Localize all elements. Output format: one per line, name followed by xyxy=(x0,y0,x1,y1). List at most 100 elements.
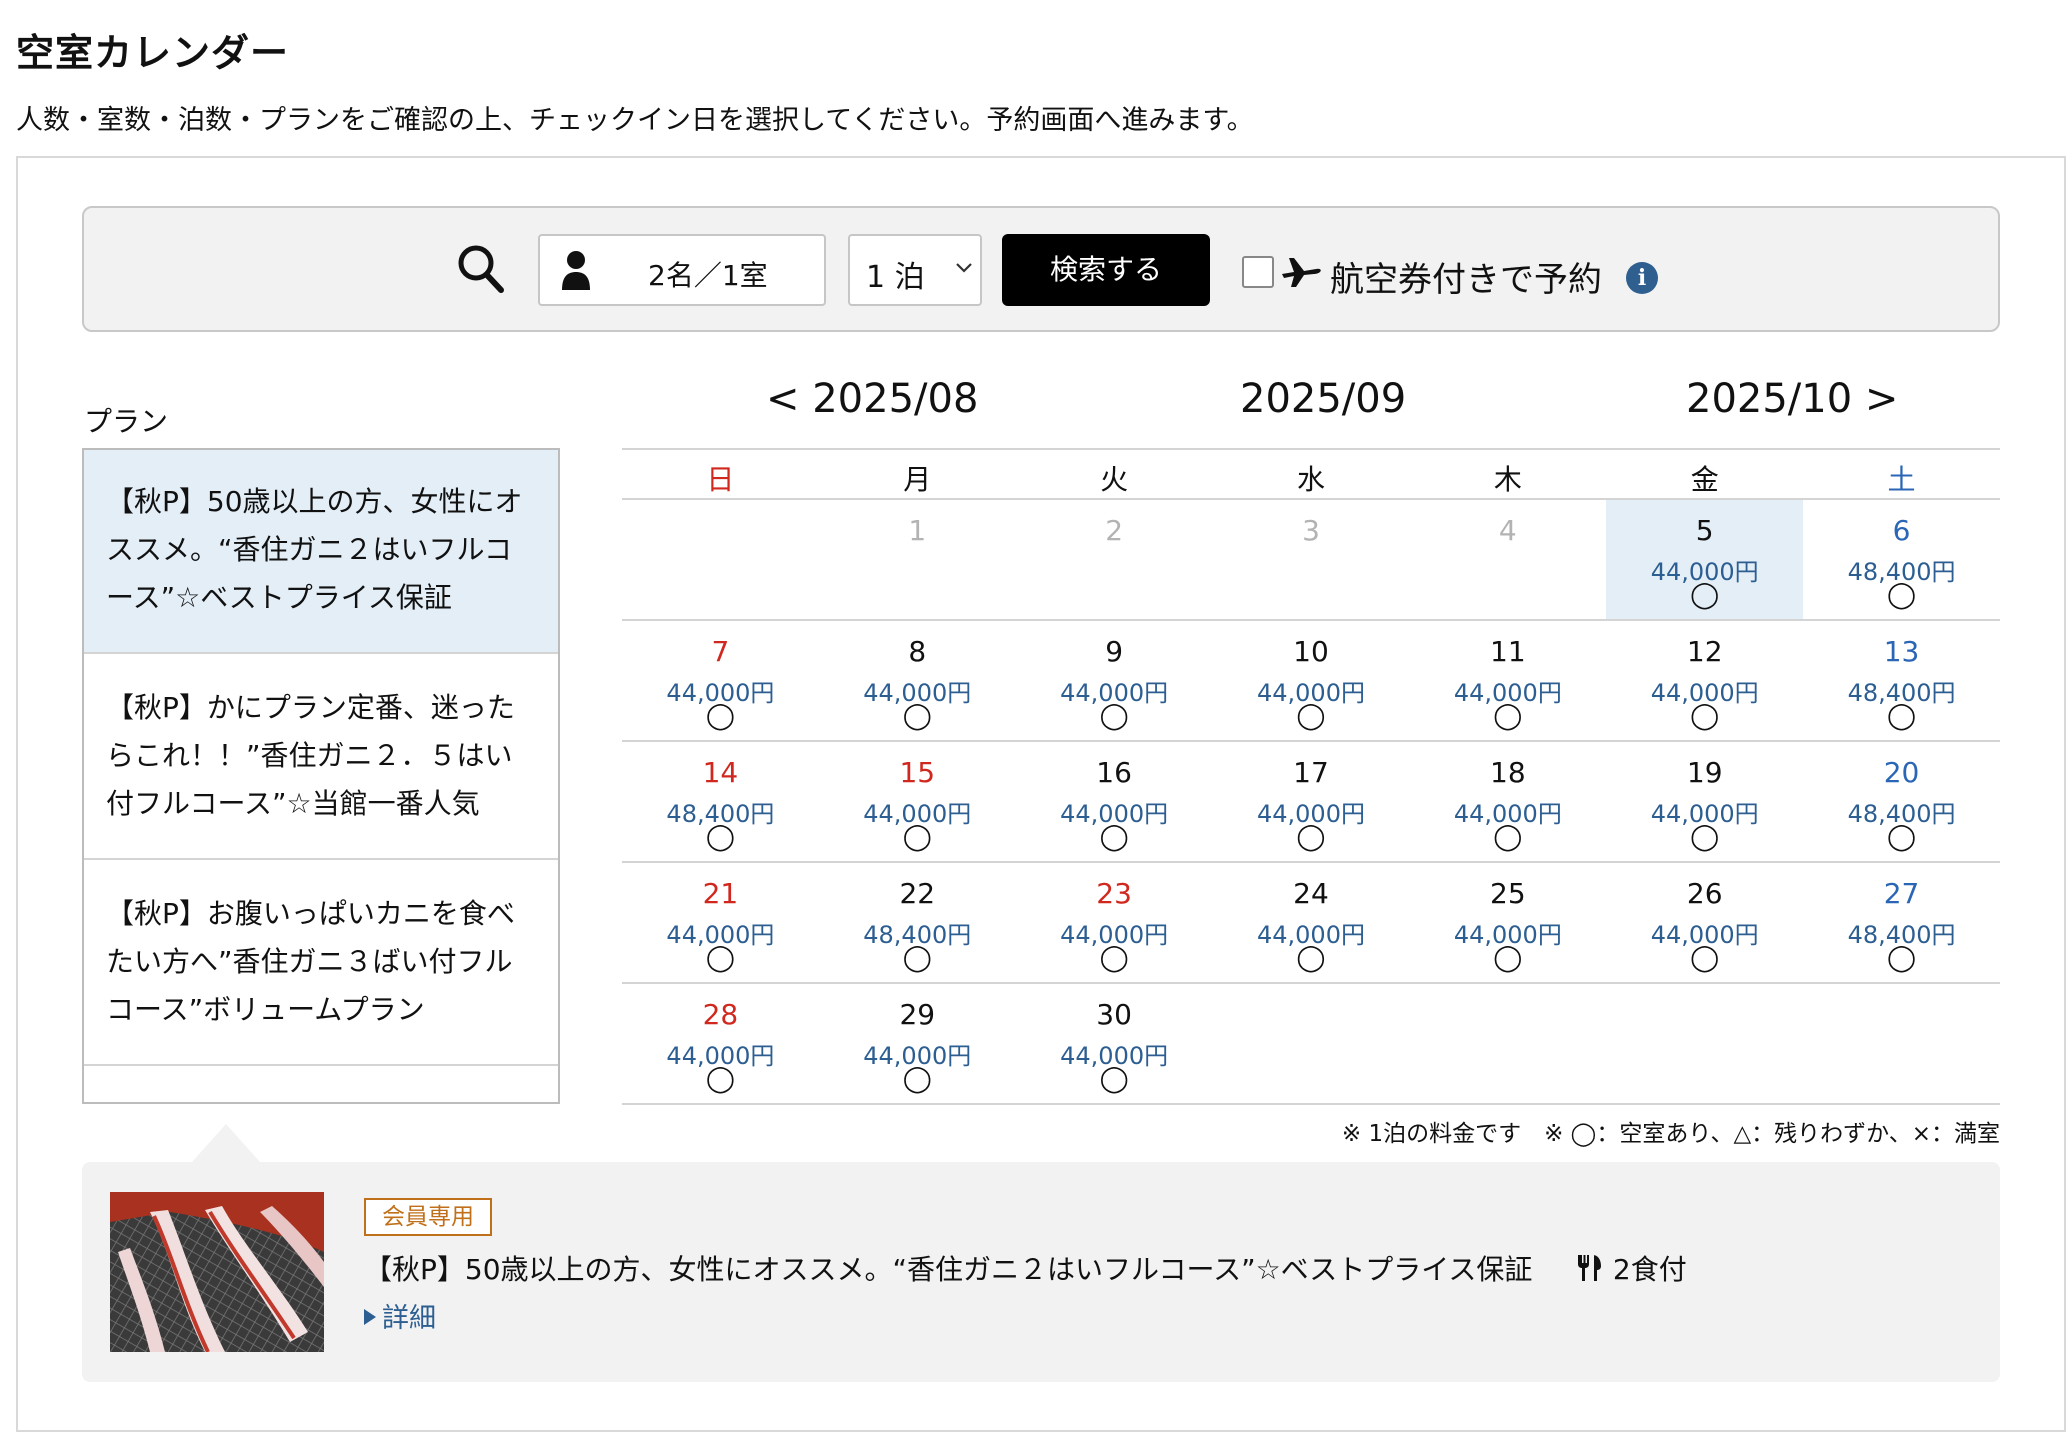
availability-mark: ◯ xyxy=(1493,701,1523,731)
calendar-week-row: 7 44,000円 ◯ 8 44,000円 ◯ 9 44,000円 ◯ 10 44,000円 ◯ 11 4… xyxy=(622,621,2000,742)
calendar-day-cell[interactable]: 25 44,000円 ◯ xyxy=(1409,863,1606,982)
detail-link[interactable]: 詳細 xyxy=(364,1296,436,1335)
plan-item[interactable]: 【秋P】かにプラン定番、迷ったらこれ！！”香住ガニ２．５はい付フルコース”☆当館… xyxy=(84,656,558,860)
day-number: 9 xyxy=(1105,635,1124,668)
calendar-day-cell[interactable]: 29 44,000円 ◯ xyxy=(819,984,1016,1103)
airplane-icon xyxy=(1282,258,1321,287)
calendar-day-cell: 2 xyxy=(1016,500,1213,619)
day-number: 12 xyxy=(1686,635,1723,668)
day-number: 16 xyxy=(1096,756,1132,789)
day-number: 28 xyxy=(702,998,739,1031)
availability-mark: ◯ xyxy=(1099,943,1129,973)
calendar-day-cell[interactable]: 24 44,000円 ◯ xyxy=(1213,863,1410,982)
day-number: 5 xyxy=(1695,514,1714,547)
day-number: 26 xyxy=(1686,877,1723,910)
calendar-day-cell[interactable]: 27 48,400円 ◯ xyxy=(1803,863,2000,982)
calendar-day-cell[interactable]: 18 44,000円 ◯ xyxy=(1409,742,1606,861)
day-number: 13 xyxy=(1883,635,1920,668)
member-only-badge: 会員専用 xyxy=(364,1198,492,1236)
availability-mark: ◯ xyxy=(1099,701,1129,731)
plan-item-label: 【秋P】お腹いっぱいカニを食べたい方へ”香住ガニ３ばい付フルコース”ボリュームプ… xyxy=(106,897,515,1026)
nights-value: 1 泊 xyxy=(866,260,925,295)
availability-mark: ◯ xyxy=(902,822,932,852)
day-number: 14 xyxy=(702,756,739,789)
plan-pointer xyxy=(192,1124,260,1162)
calendar-day-cell[interactable]: 28 44,000円 ◯ xyxy=(622,984,819,1103)
plan-item[interactable]: 【秋P】お腹いっぱいカニを食べたい方へ”香住ガニ３ばい付フルコース”ボリュームプ… xyxy=(84,862,558,1066)
availability-mark: ◯ xyxy=(1690,580,1720,610)
availability-mark: ◯ xyxy=(1296,701,1326,731)
availability-mark: ◯ xyxy=(1099,822,1129,852)
prev-month-link[interactable]: < 2025/08 xyxy=(766,376,978,422)
weekday-header: 日月火水木金土 xyxy=(622,448,2000,500)
plan-item[interactable]: 【秋P】50歳以上の方、女性にオススメ。“香住ガニ２はいフルコース”☆ベストプラ… xyxy=(84,450,558,654)
calendar-day-cell xyxy=(622,500,819,619)
calendar-day-cell[interactable]: 13 48,400円 ◯ xyxy=(1803,621,2000,740)
availability-mark: ◯ xyxy=(705,1064,735,1094)
search-icon[interactable] xyxy=(456,243,506,295)
plan-list[interactable]: 【秋P】50歳以上の方、女性にオススメ。“香住ガニ２はいフルコース”☆ベストプラ… xyxy=(82,448,560,1104)
calendar-day-cell[interactable]: 9 44,000円 ◯ xyxy=(1016,621,1213,740)
availability-mark: ◯ xyxy=(1887,580,1917,610)
day-number: 4 xyxy=(1498,514,1517,547)
calendar-day-cell[interactable]: 8 44,000円 ◯ xyxy=(819,621,1016,740)
availability-mark: ◯ xyxy=(902,701,932,731)
chevron-down-icon xyxy=(956,263,972,273)
cutlery-icon xyxy=(1578,1255,1601,1281)
day-number: 17 xyxy=(1293,756,1329,789)
availability-mark: ◯ xyxy=(1690,943,1720,973)
plan-item[interactable]: 【秋P】豪華にどっさり付きフ xyxy=(84,1068,558,1102)
availability-mark: ◯ xyxy=(705,943,735,973)
calendar-day-cell[interactable]: 16 44,000円 ◯ xyxy=(1016,742,1213,861)
calendar-day-cell[interactable]: 15 44,000円 ◯ xyxy=(819,742,1016,861)
availability-mark: ◯ xyxy=(1493,943,1523,973)
day-number: 23 xyxy=(1096,877,1132,910)
calendar-week-row: 14 48,400円 ◯ 15 44,000円 ◯ 16 44,000円 ◯ 17 44,000円 ◯… xyxy=(622,742,2000,863)
day-number: 15 xyxy=(899,756,936,789)
guests-rooms-field[interactable]: 2名／1室 xyxy=(538,234,826,306)
calendar-day-cell: 1 xyxy=(819,500,1016,619)
calendar-day-cell: 3 xyxy=(1213,500,1410,619)
guests-rooms-value: 2名／1室 xyxy=(648,259,768,292)
weekday-label: 火 xyxy=(1100,463,1129,496)
day-number: 7 xyxy=(711,635,730,668)
calendar-day-cell[interactable]: 11 44,000円 ◯ xyxy=(1409,621,1606,740)
calendar-day-cell[interactable]: 12 44,000円 ◯ xyxy=(1606,621,1803,740)
calendar-day-cell[interactable]: 10 44,000円 ◯ xyxy=(1213,621,1410,740)
day-number: 24 xyxy=(1293,877,1329,910)
calendar-day-cell[interactable]: 19 44,000円 ◯ xyxy=(1606,742,1803,861)
calendar-day-cell[interactable]: 17 44,000円 ◯ xyxy=(1213,742,1410,861)
availability-mark: ◯ xyxy=(1493,822,1523,852)
plan-item-label: 【秋P】豪華にどっさり付きフ xyxy=(106,1096,536,1102)
calendar-day-cell[interactable]: 23 44,000円 ◯ xyxy=(1016,863,1213,982)
calendar-day-cell[interactable]: 22 48,400円 ◯ xyxy=(819,863,1016,982)
plan-image xyxy=(110,1192,324,1352)
info-icon[interactable]: i xyxy=(1626,262,1658,294)
availability-mark: ◯ xyxy=(902,943,932,973)
availability-mark: ◯ xyxy=(705,822,735,852)
nights-select[interactable]: 1 泊 xyxy=(848,234,982,306)
day-number: 2 xyxy=(1105,514,1124,547)
day-number: 19 xyxy=(1686,756,1723,789)
calendar-day-cell[interactable]: 7 44,000円 ◯ xyxy=(622,621,819,740)
calendar-day-cell xyxy=(1803,984,2000,1103)
calendar-day-cell[interactable]: 20 48,400円 ◯ xyxy=(1803,742,2000,861)
weekday-label: 月 xyxy=(903,463,932,496)
calendar-day-cell[interactable]: 5 44,000円 ◯ xyxy=(1606,500,1804,619)
air-ticket-checkbox[interactable] xyxy=(1242,256,1274,288)
plan-detail-title: 【秋P】50歳以上の方、女性にオススメ。“香住ガニ２はいフルコース”☆ベストプラ… xyxy=(364,1253,1533,1286)
calendar-day-cell[interactable]: 14 48,400円 ◯ xyxy=(622,742,819,861)
page-description: 人数・室数・泊数・プランをご確認の上、チェックイン日を選択してください。予約画面… xyxy=(16,105,1254,136)
plan-item-label: 【秋P】50歳以上の方、女性にオススメ。“香住ガニ２はいフルコース”☆ベストプラ… xyxy=(106,485,523,614)
calendar-day-cell[interactable]: 6 48,400円 ◯ xyxy=(1803,500,2000,619)
weekday-label: 土 xyxy=(1887,463,1916,496)
calendar-day-cell[interactable]: 30 44,000円 ◯ xyxy=(1016,984,1213,1103)
availability-mark: ◯ xyxy=(1887,943,1917,973)
calendar-day-cell[interactable]: 21 44,000円 ◯ xyxy=(622,863,819,982)
next-month-link[interactable]: 2025/10 > xyxy=(1686,376,1898,422)
search-button[interactable]: 検索する xyxy=(1002,234,1210,306)
day-number: 29 xyxy=(899,998,936,1031)
air-ticket-label[interactable]: 航空券付きで予約 xyxy=(1330,252,1602,301)
day-number: 1 xyxy=(908,514,927,547)
calendar-day-cell[interactable]: 26 44,000円 ◯ xyxy=(1606,863,1803,982)
